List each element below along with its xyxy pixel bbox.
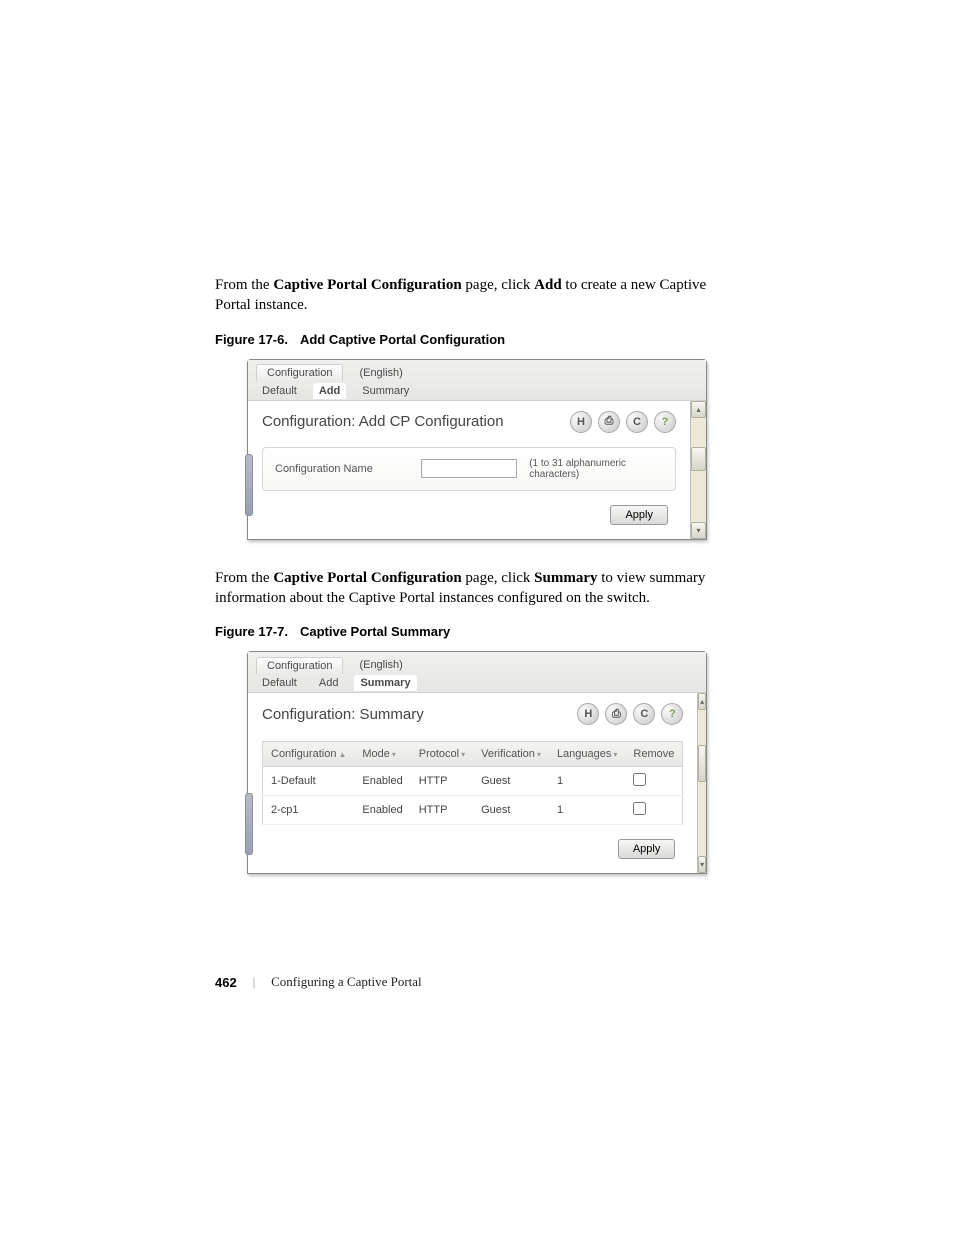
figure-caption-1: Figure 17-6. Add Captive Portal Configura… xyxy=(215,332,739,347)
paragraph-1: From the Captive Portal Configuration pa… xyxy=(215,275,739,316)
text: page, click xyxy=(462,570,534,586)
configuration-name-hint: (1 to 31 alphanumeric characters) xyxy=(529,458,663,480)
configuration-name-input[interactable] xyxy=(421,459,517,478)
table-header-row: Configuration▲ Mode▾ Protocol▾ Verificat… xyxy=(263,742,683,767)
remove-checkbox[interactable] xyxy=(633,802,646,815)
page-number: 462 xyxy=(215,975,237,990)
cell-languages: 1 xyxy=(549,796,625,825)
figure-number: Figure 17-6. xyxy=(215,332,288,347)
cell-languages: 1 xyxy=(549,767,625,796)
apply-button[interactable]: Apply xyxy=(610,505,668,525)
col-remove: Remove xyxy=(625,742,682,767)
cell-configuration: 1-Default xyxy=(263,767,355,796)
sort-icon: ▾ xyxy=(461,750,465,759)
table-row: 1-Default Enabled HTTP Guest 1 xyxy=(263,767,683,796)
cell-protocol: HTTP xyxy=(411,767,473,796)
col-verification[interactable]: Verification▾ xyxy=(473,742,549,767)
sort-icon: ▾ xyxy=(537,750,541,759)
tab-english[interactable]: (English) xyxy=(353,657,408,673)
scroll-down-icon[interactable]: ▾ xyxy=(698,856,706,873)
panel-handle-icon[interactable] xyxy=(245,793,253,855)
refresh-icon[interactable]: C xyxy=(633,703,655,725)
screenshot-add-cp: Configuration (English) Default Add Summ… xyxy=(247,359,707,540)
col-configuration[interactable]: Configuration▲ xyxy=(263,742,355,767)
scrollbar[interactable]: ▴ ▾ xyxy=(690,401,706,539)
panel-title: Configuration: Summary xyxy=(262,706,424,723)
summary-table: Configuration▲ Mode▾ Protocol▾ Verificat… xyxy=(262,741,683,825)
cell-mode: Enabled xyxy=(354,767,410,796)
subtab-summary[interactable]: Summary xyxy=(356,383,415,399)
figure-number: Figure 17-7. xyxy=(215,624,288,639)
scrollbar[interactable]: ▴ ▾ xyxy=(697,693,706,873)
apply-button[interactable]: Apply xyxy=(618,839,676,859)
cell-verification: Guest xyxy=(473,796,549,825)
sort-icon: ▾ xyxy=(613,750,617,759)
chapter-title: Configuring a Captive Portal xyxy=(271,974,422,990)
page-footer: 462 | Configuring a Captive Portal xyxy=(215,974,739,990)
col-protocol[interactable]: Protocol▾ xyxy=(411,742,473,767)
subtab-default[interactable]: Default xyxy=(256,675,303,691)
footer-separator: | xyxy=(253,975,255,990)
print-icon[interactable]: ⎙ xyxy=(605,703,627,725)
table-row: 2-cp1 Enabled HTTP Guest 1 xyxy=(263,796,683,825)
cell-mode: Enabled xyxy=(354,796,410,825)
cell-configuration: 2-cp1 xyxy=(263,796,355,825)
text-bold: Captive Portal Configuration xyxy=(273,570,461,586)
screenshot-summary: Configuration (English) Default Add Summ… xyxy=(247,651,707,874)
scroll-up-icon[interactable]: ▴ xyxy=(691,401,706,418)
scroll-thumb[interactable] xyxy=(698,745,706,782)
form-row: Configuration Name (1 to 31 alphanumeric… xyxy=(262,447,676,491)
text: From the xyxy=(215,277,273,293)
sort-asc-icon: ▲ xyxy=(338,750,346,759)
scroll-up-icon[interactable]: ▴ xyxy=(698,693,706,710)
subtab-default[interactable]: Default xyxy=(256,383,303,399)
figure-title: Captive Portal Summary xyxy=(300,624,450,639)
help-icon[interactable]: ? xyxy=(661,703,683,725)
cell-protocol: HTTP xyxy=(411,796,473,825)
col-languages[interactable]: Languages▾ xyxy=(549,742,625,767)
figure-title: Add Captive Portal Configuration xyxy=(300,332,505,347)
text-bold: Captive Portal Configuration xyxy=(273,277,461,293)
text-bold: Add xyxy=(534,277,562,293)
refresh-icon[interactable]: C xyxy=(626,411,648,433)
tab-configuration[interactable]: Configuration xyxy=(256,364,343,381)
figure-caption-2: Figure 17-7. Captive Portal Summary xyxy=(215,624,739,639)
tab-bar: Configuration (English) Default Add Summ… xyxy=(248,360,706,401)
save-icon[interactable]: H xyxy=(570,411,592,433)
panel-title: Configuration: Add CP Configuration xyxy=(262,413,504,430)
text: page, click xyxy=(462,277,534,293)
remove-checkbox[interactable] xyxy=(633,773,646,786)
cell-verification: Guest xyxy=(473,767,549,796)
subtab-add[interactable]: Add xyxy=(313,383,346,399)
panel-handle-icon[interactable] xyxy=(245,454,253,516)
subtab-summary[interactable]: Summary xyxy=(354,675,416,691)
text: From the xyxy=(215,570,273,586)
col-mode[interactable]: Mode▾ xyxy=(354,742,410,767)
tab-configuration[interactable]: Configuration xyxy=(256,657,343,674)
scroll-down-icon[interactable]: ▾ xyxy=(691,522,706,539)
print-icon[interactable]: ⎙ xyxy=(598,411,620,433)
sort-icon: ▾ xyxy=(392,750,396,759)
tab-english[interactable]: (English) xyxy=(353,365,408,381)
paragraph-2: From the Captive Portal Configuration pa… xyxy=(215,568,739,609)
tab-bar: Configuration (English) Default Add Summ… xyxy=(248,652,706,693)
configuration-name-label: Configuration Name xyxy=(275,463,409,475)
scroll-thumb[interactable] xyxy=(691,447,706,472)
help-icon[interactable]: ? xyxy=(654,411,676,433)
save-icon[interactable]: H xyxy=(577,703,599,725)
text-bold: Summary xyxy=(534,570,597,586)
subtab-add[interactable]: Add xyxy=(313,675,345,691)
